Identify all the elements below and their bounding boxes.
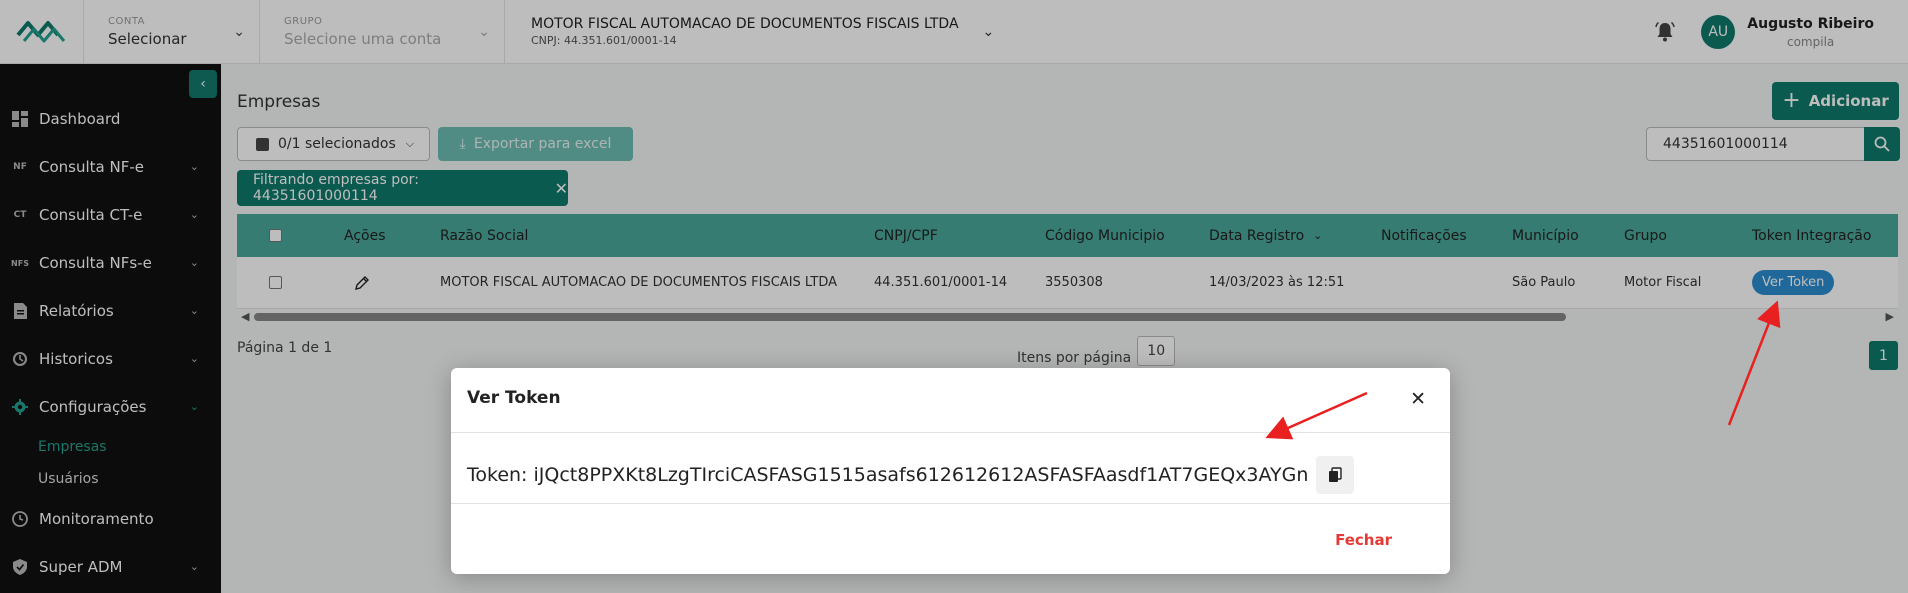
divider: [451, 503, 1450, 504]
fechar-button[interactable]: Fechar: [1335, 531, 1392, 549]
divider: [451, 432, 1450, 433]
modal-title: Ver Token: [467, 388, 561, 408]
token-row: Token: iJQct8PPXKt8LzgTIrciCASFASG1515as…: [467, 456, 1355, 494]
token-text: Token: iJQct8PPXKt8LzgTIrciCASFASG1515as…: [467, 464, 1309, 486]
close-icon[interactable]: ✕: [1410, 388, 1426, 410]
ver-token-modal: Ver Token ✕ Token: iJQct8PPXKt8LzgTIrciC…: [451, 368, 1450, 574]
copy-button[interactable]: [1316, 456, 1355, 494]
copy-icon: [1329, 467, 1343, 482]
